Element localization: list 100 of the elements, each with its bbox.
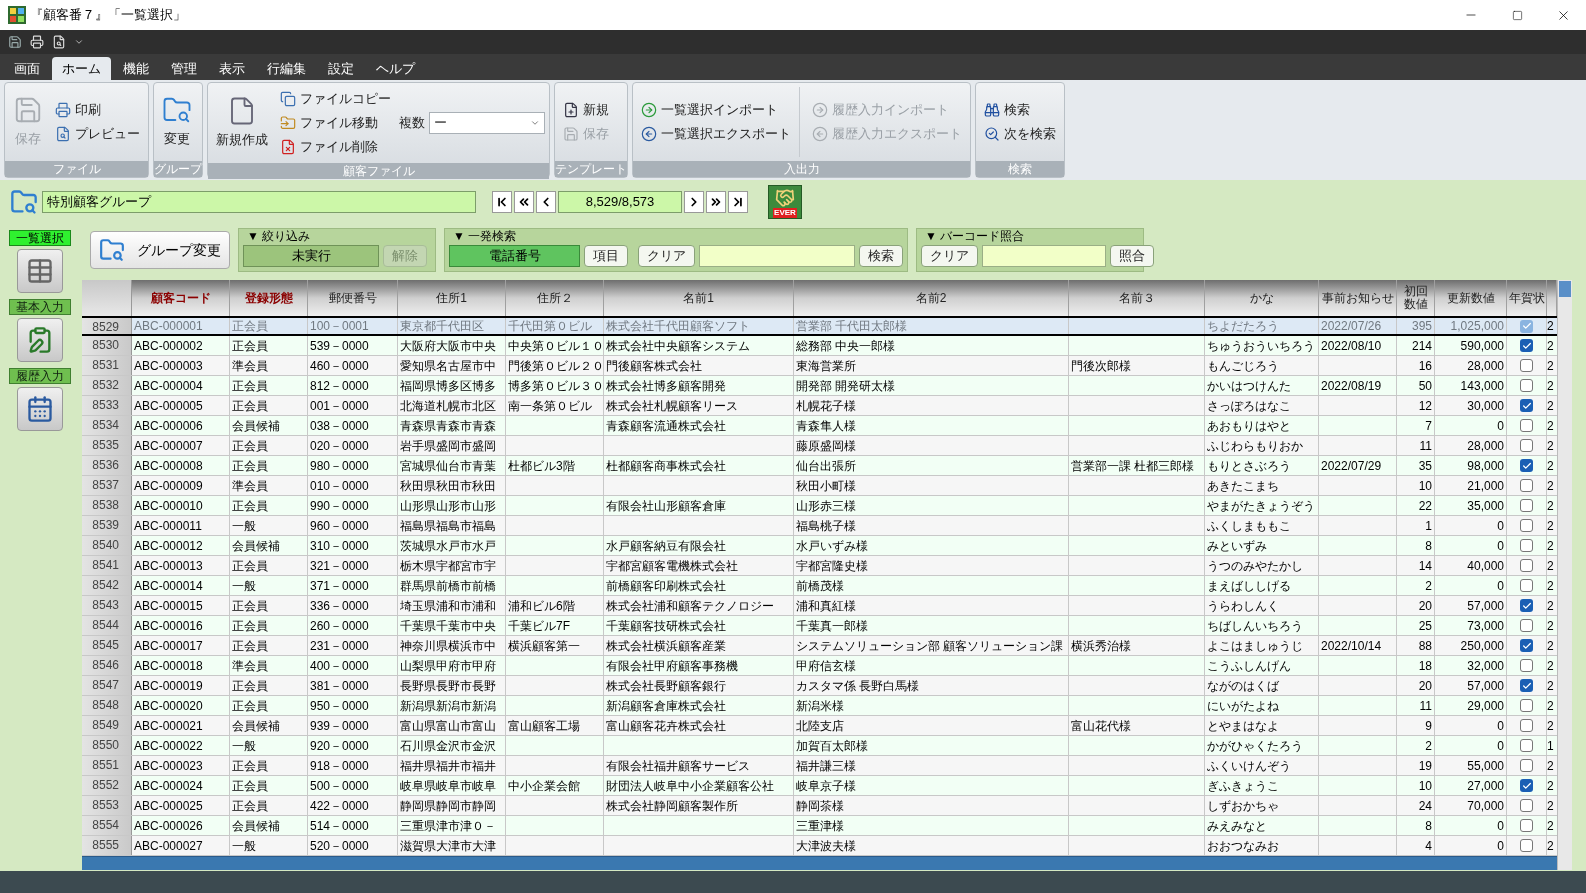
checkbox[interactable] xyxy=(1520,399,1533,412)
ribbon-tab[interactable]: 設定 xyxy=(318,57,364,80)
ribbon-button[interactable]: 新規作成 xyxy=(212,87,272,159)
checkbox[interactable] xyxy=(1520,459,1533,472)
checkbox[interactable] xyxy=(1520,319,1533,333)
checkbox[interactable] xyxy=(1520,439,1533,452)
table-row[interactable]: 8540 ABC-000012 会員候補 310－0000 茨城県水戸市水戸 水戸顧客納豆有限会社 水戸いずみ様 みといずみ 8 0 2 xyxy=(82,536,1557,556)
side-menu-button[interactable] xyxy=(17,249,63,293)
vertical-scrollbar[interactable] xyxy=(1557,280,1572,870)
column-header[interactable]: 住所２ xyxy=(506,280,604,316)
checkbox[interactable] xyxy=(1520,479,1533,492)
ribbon-tab[interactable]: ヘルプ xyxy=(366,57,425,80)
column-header[interactable]: 事前お知らせ xyxy=(1319,280,1397,316)
checkbox[interactable] xyxy=(1520,719,1533,732)
column-header[interactable]: 住所1 xyxy=(398,280,506,316)
last-record-icon[interactable] xyxy=(728,191,748,213)
scrollbar-thumb[interactable] xyxy=(1559,281,1571,297)
table-row[interactable]: 8534 ABC-000006 会員候補 038－0000 青森県青森市青森 青森顧客流通株式会社 青森隼人様 あおもりはやと 7 0 2 xyxy=(82,416,1557,436)
table-row[interactable]: 8532 ABC-000004 正会員 812－0000 福岡県博多区博多 博多第０ビル３０ 株式会社博多顧客開発 開発部 開発研太様 かいはつけんた 2022/08/19 50 143,000 2 xyxy=(82,376,1557,396)
table-row[interactable]: 8550 ABC-000022 一般 920－0000 石川県金沢市金沢 加賀百太郎様 かがひゃくたろう 2 0 1 xyxy=(82,736,1557,756)
search-input[interactable] xyxy=(699,245,855,267)
table-row[interactable]: 8548 ABC-000020 正会員 950－0000 新潟県新潟市新潟 新潟顧客倉庫株式会社 新潟米様 にいがたよね 11 29,000 2 xyxy=(82,696,1557,716)
ribbon-button[interactable]: 一覧選択インポート xyxy=(637,98,795,122)
checkbox[interactable] xyxy=(1520,499,1533,512)
table-row[interactable]: 8552 ABC-000024 正会員 500－0000 岐阜県岐阜市岐阜 中小企業会館 財団法人岐阜中小企業顧客公社 岐阜京子様 ぎふきょうこ 10 27,000 2 xyxy=(82,776,1557,796)
ever-button[interactable]: EVER xyxy=(768,185,802,219)
checkbox[interactable] xyxy=(1520,839,1533,852)
table-row[interactable]: 8547 ABC-000019 正会員 381－0000 長野県長野市長野 株式会社長野顧客銀行 カスタマ係 長野白馬様 ながのはくば 20 57,000 2 xyxy=(82,676,1557,696)
side-menu-tab[interactable]: 一覧選択 xyxy=(9,230,71,246)
column-header[interactable]: 初回数値 xyxy=(1397,280,1435,316)
column-header[interactable]: かな xyxy=(1205,280,1319,316)
checkbox[interactable] xyxy=(1520,579,1533,592)
side-menu-button[interactable] xyxy=(17,387,63,431)
ribbon-button[interactable]: 一覧選択エクスポート xyxy=(637,122,795,146)
column-header[interactable]: 更新数値 xyxy=(1435,280,1507,316)
column-header[interactable] xyxy=(1547,280,1557,316)
column-header[interactable]: 顧客コード xyxy=(132,280,230,316)
search-field-button[interactable]: 電話番号 xyxy=(449,245,580,267)
checkbox[interactable] xyxy=(1520,559,1533,572)
table-row[interactable]: 8541 ABC-000013 正会員 321－0000 栃木県宇都宮市宇 宇都宮顧客電機株式会社 宇都宮隆史様 うつのみやたかし 14 40,000 2 xyxy=(82,556,1557,576)
table-row[interactable]: 8531 ABC-000003 準会員 460－0000 愛知県名古屋市中 門後第０ビル２０ 門後顧客株式会社 東海営業所 門後次郎様 もんごじろう 16 28,000 2 xyxy=(82,356,1557,376)
document-magnifier-icon[interactable] xyxy=(52,35,66,49)
clear-button[interactable]: クリア xyxy=(638,245,695,267)
table-row[interactable]: 8538 ABC-000010 正会員 990－0000 山形県山形市山形 有限会社山形顧客倉庫 山形赤三様 やまがたきょうぞう 22 35,000 2 xyxy=(82,496,1557,516)
table-row[interactable]: 8545 ABC-000017 正会員 231－0000 神奈川県横浜市中 横浜顧客第一 株式会社横浜顧客産業 システムソリューション部 顧客ソリューション課 横浜秀治様 よこはましゅうじ 2022/10/14 88 250,000 2 xyxy=(82,636,1557,656)
table-row[interactable]: 8539 ABC-000011 一般 960－0000 福島県福島市福島 福島桃子様 ふくしまももこ 1 0 2 xyxy=(82,516,1557,536)
ribbon-button[interactable]: プレビュー xyxy=(51,122,144,146)
ribbon-tab[interactable]: 管理 xyxy=(161,57,207,80)
clear-button[interactable]: クリア xyxy=(921,245,978,267)
checkbox[interactable] xyxy=(1520,779,1533,792)
table-row[interactable]: 8537 ABC-000009 準会員 010－0000 秋田県秋田市秋田 秋田小町様 あきたこまち 10 21,000 2 xyxy=(82,476,1557,496)
ribbon-button[interactable]: ファイルコピー xyxy=(276,87,395,111)
checkbox[interactable] xyxy=(1520,539,1533,552)
checkbox[interactable] xyxy=(1520,339,1533,352)
side-menu-tab[interactable]: 履歴入力 xyxy=(9,368,71,384)
column-header[interactable]: 年賀状 xyxy=(1507,280,1547,316)
dropdown-field[interactable]: ー xyxy=(429,112,545,134)
checkbox[interactable] xyxy=(1520,619,1533,632)
checkbox[interactable] xyxy=(1520,659,1533,672)
table-row[interactable]: 8549 ABC-000021 会員候補 939－0000 富山県富山市富山 富山顧客工場 富山顧客花卉株式会社 北陸支店 富山花代様 とやまはなよ 9 0 2 xyxy=(82,716,1557,736)
ribbon-tab[interactable]: 行編集 xyxy=(257,57,316,80)
search-button[interactable]: 検索 xyxy=(859,245,903,267)
checkbox[interactable] xyxy=(1520,759,1533,772)
table-row[interactable]: 8546 ABC-000018 準会員 400－0000 山梨県甲府市甲府 有限会社甲府顧客事務機 甲府信玄様 こうふしんげん 18 32,000 2 xyxy=(82,656,1557,676)
checkbox[interactable] xyxy=(1520,739,1533,752)
column-header[interactable]: 郵便番号 xyxy=(308,280,398,316)
ribbon-button[interactable]: ファイル移動 xyxy=(276,111,395,135)
side-menu-button[interactable] xyxy=(17,318,63,362)
barcode-input[interactable] xyxy=(982,245,1106,267)
checkbox[interactable] xyxy=(1520,679,1533,692)
column-header[interactable]: 登録形態 xyxy=(230,280,308,316)
table-row[interactable]: 8555 ABC-000027 一般 520－0000 滋賀県大津市大津 大津波夫様 おおつなみお 4 0 2 xyxy=(82,836,1557,856)
checkbox[interactable] xyxy=(1520,699,1533,712)
checkbox[interactable] xyxy=(1520,639,1533,652)
ribbon-tab[interactable]: 機能 xyxy=(113,57,159,80)
ribbon-tab[interactable]: ホーム xyxy=(52,57,111,80)
table-row[interactable]: 8536 ABC-000008 正会員 980－0000 宮城県仙台市青葉 杜都ビル3階 杜都顧客商事株式会社 仙台出張所 営業部一課 杜都三郎様 もりとさぶろう 2022/07/29 35 98,000 2 xyxy=(82,456,1557,476)
checkbox[interactable] xyxy=(1520,379,1533,392)
match-button[interactable]: 照合 xyxy=(1110,245,1154,267)
checkbox[interactable] xyxy=(1520,419,1533,432)
ribbon-tab[interactable]: 表示 xyxy=(209,57,255,80)
checkbox[interactable] xyxy=(1520,819,1533,832)
table-row[interactable]: 8529 ABC-000001 正会員 100－0001 東京都千代田区 千代田第０ビル 株式会社千代田顧客ソフト 営業部 千代田太郎様 ちよだたろう 2022/07/26 395 1,025,000 2 xyxy=(82,316,1557,336)
item-button[interactable]: 項目 xyxy=(584,245,628,267)
caret-icon[interactable] xyxy=(74,37,84,47)
table-row[interactable]: 8551 ABC-000023 正会員 918－0000 福井県福井市福井 有限会社福井顧客サービス 福井謙三様 ふくいけんぞう 19 55,000 2 xyxy=(82,756,1557,776)
table-row[interactable]: 8530 ABC-000002 正会員 539－0000 大阪府大阪市中央 中央第０ビル１０ 株式会社中央顧客システム 総務部 中央一郎様 ちゅうおういちろう 2022/08/10 214 590,000 2 xyxy=(82,336,1557,356)
table-row[interactable]: 8543 ABC-000015 正会員 336－0000 埼玉県浦和市浦和 浦和ビル6階 株式会社浦和顧客テクノロジー 浦和真紅様 うらわしんく 20 57,000 2 xyxy=(82,596,1557,616)
group-change-button[interactable]: グループ変更 xyxy=(90,231,230,269)
checkbox[interactable] xyxy=(1520,519,1533,532)
table-row[interactable]: 8544 ABC-000016 正会員 260－0000 千葉県千葉市中央 千葉ビル7F 千葉顧客技研株式会社 千葉真一郎様 ちばしんいちろう 25 73,000 2 xyxy=(82,616,1557,636)
ribbon-button[interactable]: 新規 xyxy=(559,98,613,122)
ribbon-button[interactable]: 印刷 xyxy=(51,98,144,122)
group-name-field[interactable]: 特別顧客グループ xyxy=(42,191,476,213)
horizontal-scrollbar[interactable] xyxy=(82,856,1557,870)
checkbox[interactable] xyxy=(1520,799,1533,812)
table-row[interactable]: 8554 ABC-000026 会員候補 514－0000 三重県津市津０－ 三重津様 みえみなと 8 0 2 xyxy=(82,816,1557,836)
first-record-icon[interactable] xyxy=(492,191,512,213)
ribbon-button[interactable]: 検索 xyxy=(980,98,1060,122)
column-header[interactable]: 名前1 xyxy=(604,280,794,316)
